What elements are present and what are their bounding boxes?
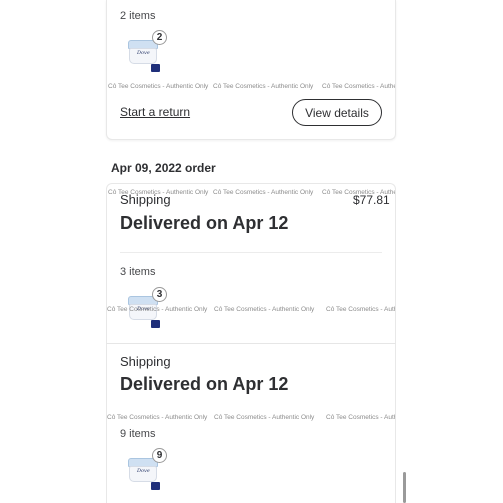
- divider: [120, 252, 382, 253]
- watermark: Cô Tee Cosmetics - Authentic Only: [108, 83, 209, 90]
- watermark: Cô Tee Cosmetics - Authentic Only: [213, 83, 314, 90]
- quantity-badge: 2: [152, 30, 167, 45]
- product-brand: Dove: [137, 50, 150, 56]
- shipment-type-label: Shipping: [120, 354, 171, 369]
- watermark: Cô Tee Cosmetics - Authentic Only: [326, 414, 395, 421]
- watermark: Cô Tee Cosmetics - Authentic Only: [107, 306, 208, 313]
- watermark-row: Cô Tee Cosmetics - Authentic Only Cô Tee…: [108, 83, 395, 92]
- shipment-type-label: Shipping: [120, 192, 171, 207]
- quantity-badge: 9: [152, 448, 167, 463]
- shipment-separator: [106, 343, 396, 344]
- items-count: 2 items: [120, 10, 156, 22]
- delivery-status: Delivered on Apr 12: [120, 374, 289, 394]
- watermark: Cô Tee Cosmetics - Authentic Only: [326, 306, 395, 313]
- order-total-price: $77.81: [353, 193, 390, 207]
- scrollbar[interactable]: [403, 472, 406, 503]
- watermark: Cô Tee Cosmetics - Authentic Only: [322, 83, 395, 90]
- start-return-link[interactable]: Start a return: [120, 105, 190, 119]
- watermark: Cô Tee Cosmetics - Authentic Only: [214, 306, 315, 313]
- delivery-status: Delivered on Apr 12: [120, 213, 289, 233]
- view-details-button[interactable]: View details: [292, 99, 382, 126]
- watermark: Cô Tee Cosmetics - Authentic Only: [214, 414, 315, 421]
- watermark-row: Cô Tee Cosmetics - Authentic Only Cô Tee…: [107, 414, 395, 423]
- items-count: 3 items: [120, 266, 156, 278]
- order-date-heading: Apr 09, 2022 order: [111, 161, 216, 175]
- watermark-row: Cô Tee Cosmetics - Authentic Only Cô Tee…: [107, 306, 395, 315]
- watermark: Cô Tee Cosmetics - Authentic Only: [107, 414, 208, 421]
- quantity-badge: 3: [152, 287, 167, 302]
- product-brand: Dove: [137, 468, 150, 474]
- items-count: 9 items: [120, 428, 156, 440]
- watermark: Cô Tee Cosmetics - Authentic Only: [213, 189, 314, 196]
